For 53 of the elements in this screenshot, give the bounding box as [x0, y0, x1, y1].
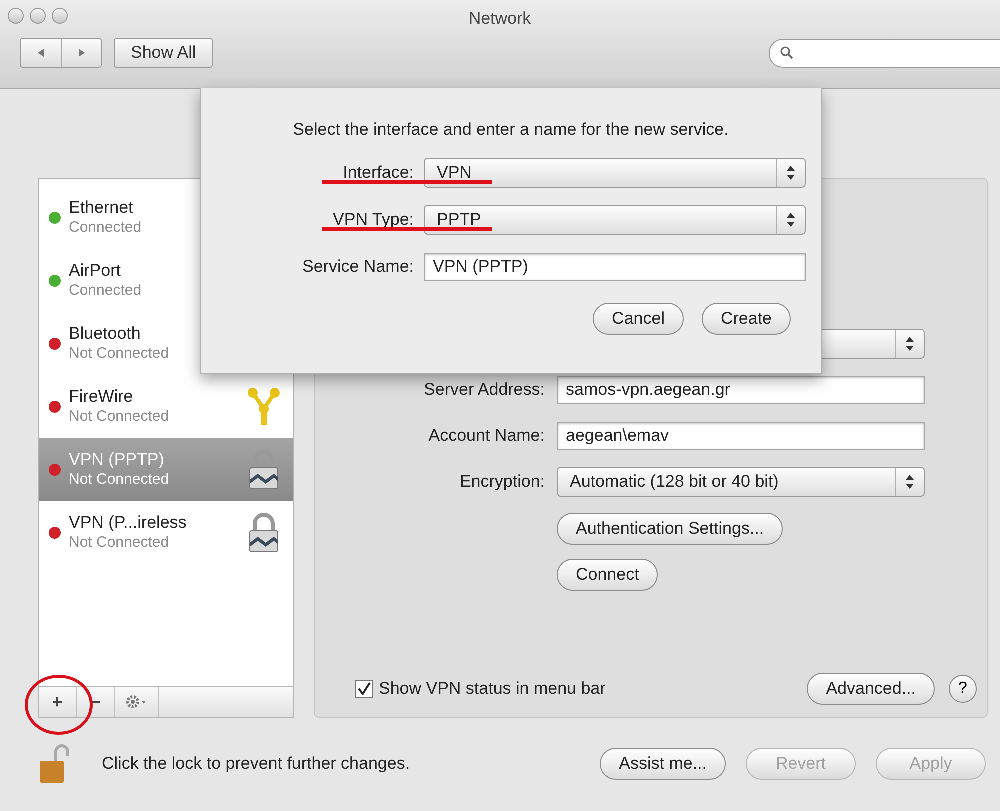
unlocked-padlock-icon	[38, 743, 72, 785]
checkbox-label: Show VPN status in menu bar	[379, 679, 606, 699]
action-button[interactable]: Authentication Settings...	[557, 513, 784, 545]
zoom-button[interactable]	[52, 8, 68, 24]
service-name: AirPort	[69, 260, 122, 280]
popup-button[interactable]: VPN	[424, 158, 806, 188]
padlock-icon	[247, 448, 281, 490]
window-title: Network	[468, 9, 532, 29]
checkmark-icon	[357, 682, 371, 696]
firewire-icon	[247, 386, 281, 426]
add-button[interactable]: +	[39, 687, 77, 717]
service-name: Ethernet	[69, 198, 134, 218]
service-status: Connected	[69, 218, 143, 238]
service-name: VPN (PPTP)	[69, 450, 166, 470]
search-icon	[780, 46, 794, 60]
input-field[interactable]: samos-vpn.aegean.gr	[557, 376, 925, 404]
minimize-button[interactable]	[30, 8, 46, 24]
help-button[interactable]: ?	[949, 675, 977, 703]
action-button[interactable]: Connect	[557, 559, 658, 591]
service-name: FireWire	[69, 386, 134, 406]
field-label: Interface:	[343, 163, 414, 182]
checkbox[interactable]	[355, 680, 373, 698]
search-field[interactable]	[769, 38, 1000, 68]
sheet-button[interactable]: Cancel	[593, 303, 684, 335]
left-arrow-icon	[36, 48, 46, 58]
close-button[interactable]	[8, 8, 24, 24]
advanced-button[interactable]: Advanced...	[807, 673, 935, 705]
service-item[interactable]: VPN (P...ireless Not Connected	[39, 501, 293, 564]
service-status: Not Connected	[69, 470, 170, 490]
field-label: Server Address:	[423, 380, 545, 400]
popup-button[interactable]: Automatic (128 bit or 40 bit)	[557, 467, 925, 497]
input-field[interactable]: aegean\emav	[557, 422, 925, 450]
field-label: Service Name:	[302, 257, 414, 276]
service-name: VPN (P...ireless	[69, 512, 188, 532]
sheet-prompt: Select the interface and enter a name for the new service.	[293, 120, 729, 140]
service-status: Not Connected	[69, 532, 170, 552]
service-item[interactable]: FireWire Not Connected	[39, 375, 293, 438]
field-label: VPN Type:	[333, 210, 414, 229]
popup-button[interactable]: PPTP	[424, 205, 806, 235]
input-field[interactable]: VPN (PPTP)	[424, 253, 806, 281]
sheet-button[interactable]: Create	[702, 303, 791, 335]
service-status: Not Connected	[69, 406, 170, 426]
show-all-button[interactable]: Show All	[114, 38, 214, 68]
service-status: Not Connected	[69, 344, 170, 364]
service-status: Connected	[69, 280, 143, 300]
service-name: Bluetooth	[69, 324, 142, 344]
footer-button[interactable]: Assist me...	[600, 748, 726, 780]
padlock-icon	[247, 512, 281, 554]
right-arrow-icon	[76, 48, 86, 58]
field-label: Encryption:	[458, 472, 545, 492]
lock-message: Click the lock to prevent further changes.	[102, 754, 410, 774]
gear-icon	[126, 695, 148, 709]
field-label: Account Name:	[428, 426, 545, 446]
